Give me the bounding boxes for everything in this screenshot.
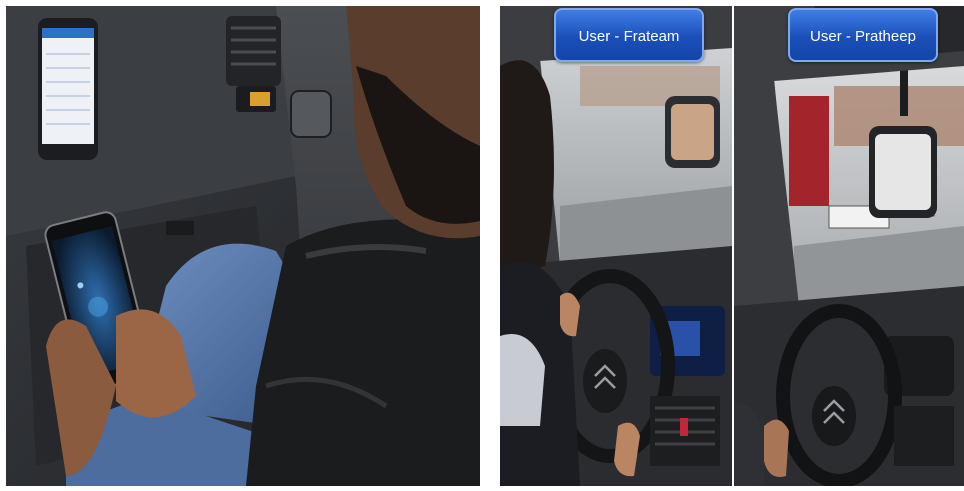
driver-head: [500, 60, 554, 277]
photo-driver-pratheep: User - Pratheep: [734, 6, 964, 486]
driver-scene-pratheep: [734, 6, 964, 486]
steering-hub: [583, 349, 627, 413]
center-vents: [894, 406, 954, 466]
driver-hand: [764, 419, 789, 477]
door-handle: [290, 90, 332, 138]
photo-passenger-phones: [6, 6, 480, 486]
mirror-reflection: [671, 104, 714, 160]
display-amber: [250, 92, 270, 106]
mounted-phone: [38, 18, 98, 160]
driver-scene-frateam: [500, 6, 732, 486]
user-label-pratheep: User - Pratheep: [788, 8, 938, 62]
passenger-scene: [6, 6, 480, 486]
glove-box-latch: [166, 221, 194, 235]
steering-hub: [812, 386, 856, 446]
red-vehicle: [789, 96, 829, 206]
user-label-frateam: User - Frateam: [554, 8, 704, 62]
mirror-reflection: [875, 134, 931, 210]
hazard-button: [680, 418, 688, 436]
photo-driver-frateam: User - Frateam: [500, 6, 732, 486]
